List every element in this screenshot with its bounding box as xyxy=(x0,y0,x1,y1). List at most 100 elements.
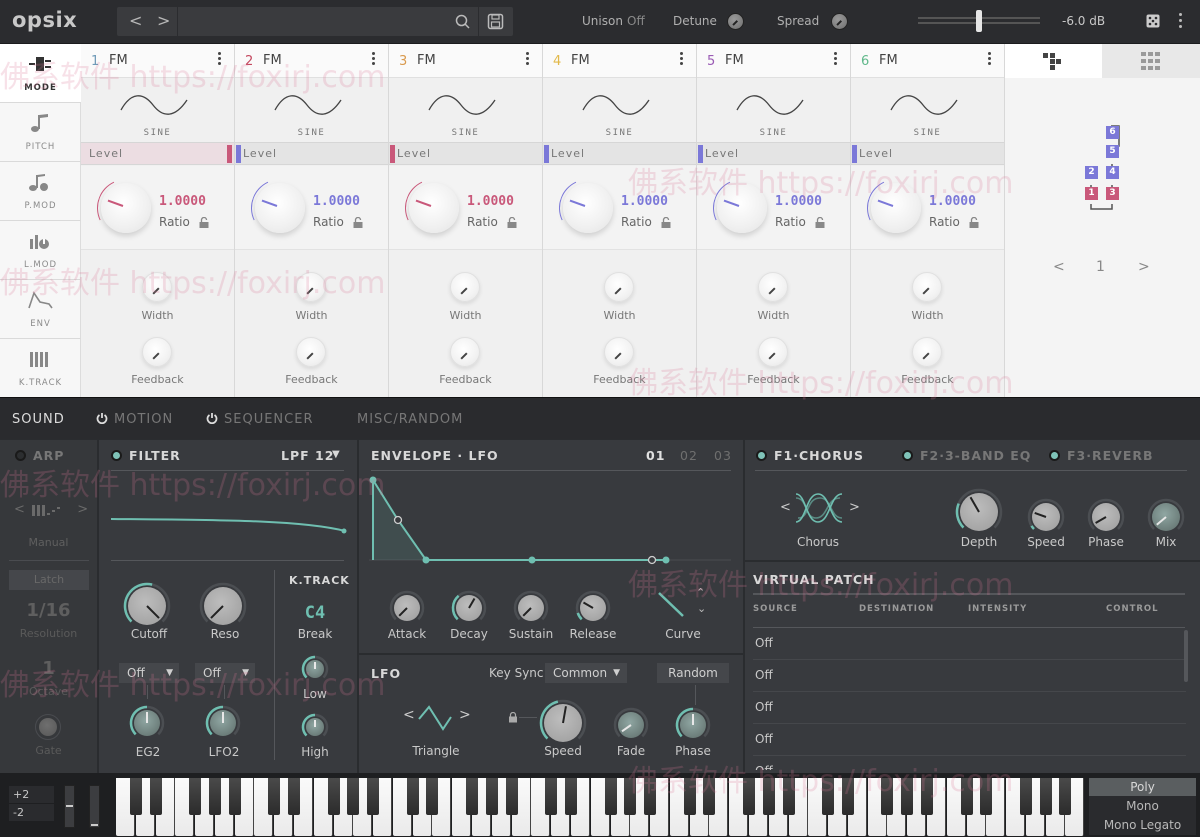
kebab-menu-icon[interactable] xyxy=(372,52,376,68)
kebab-menu-icon[interactable] xyxy=(218,52,222,68)
tab-motion[interactable]: MOTION xyxy=(114,412,173,427)
tab-sound[interactable]: SOUND xyxy=(12,412,65,427)
ratio-value[interactable]: 1.0000 xyxy=(159,194,206,209)
black-key[interactable] xyxy=(841,778,854,815)
black-key[interactable] xyxy=(545,778,558,815)
sidebar-item-env[interactable]: ENV xyxy=(0,280,81,339)
arp-power-led[interactable] xyxy=(15,450,26,461)
width-knob[interactable] xyxy=(604,272,634,302)
reso-knob[interactable] xyxy=(199,582,247,630)
algorithm-operator-2[interactable]: 2 xyxy=(1085,166,1098,179)
env-tab-02[interactable]: 02 xyxy=(680,448,698,463)
chevron-up-icon[interactable]: ⌃ xyxy=(696,586,705,599)
chevron-down-icon[interactable]: ⌄ xyxy=(697,602,706,615)
feedback-knob[interactable] xyxy=(912,337,942,367)
save-icon[interactable] xyxy=(487,13,504,30)
kebab-menu-icon[interactable] xyxy=(834,52,838,68)
black-key[interactable] xyxy=(426,778,439,815)
sidebar-item-mode[interactable]: MODE xyxy=(0,44,81,103)
voice-mode-mono-legato[interactable]: Mono Legato xyxy=(1089,816,1196,834)
octave-down-button[interactable]: -2 xyxy=(9,804,54,821)
unlock-icon[interactable] xyxy=(199,217,209,228)
virtual-patch-row[interactable]: Off xyxy=(753,660,1186,692)
random-button[interactable]: Random xyxy=(657,663,729,683)
lfo-speed-knob[interactable] xyxy=(539,699,587,747)
black-key[interactable] xyxy=(960,778,973,815)
algorithm-next-button[interactable]: > xyxy=(1138,259,1150,275)
black-key[interactable] xyxy=(782,778,795,815)
lock-icon[interactable] xyxy=(508,712,518,723)
lfo2-knob[interactable] xyxy=(205,705,241,741)
level-slider[interactable]: Level xyxy=(697,142,850,165)
lfo-phase-knob[interactable] xyxy=(675,707,711,743)
black-key[interactable] xyxy=(485,778,498,815)
lfo-fade-knob[interactable] xyxy=(613,707,649,743)
master-volume-slider[interactable] xyxy=(918,10,1040,32)
kebab-menu-icon[interactable] xyxy=(1179,13,1183,29)
black-key[interactable] xyxy=(406,778,419,815)
kebab-menu-icon[interactable] xyxy=(680,52,684,68)
curve-shape-icon[interactable] xyxy=(656,590,686,620)
sidebar-item-pitch[interactable]: PITCH xyxy=(0,103,81,162)
ratio-value[interactable]: 1.0000 xyxy=(621,194,668,209)
dice-icon[interactable] xyxy=(1146,14,1160,28)
unlock-icon[interactable] xyxy=(661,217,671,228)
octave-up-button[interactable]: +2 xyxy=(9,786,54,803)
fx-tab-eq[interactable]: F2·3-BAND EQ xyxy=(920,448,1031,463)
black-key[interactable] xyxy=(129,778,142,815)
algorithm-view-tab[interactable] xyxy=(1005,44,1102,78)
voice-mode-poly[interactable]: Poly xyxy=(1089,778,1196,796)
sine-wave-icon[interactable] xyxy=(271,88,351,122)
chevron-right-icon[interactable]: > xyxy=(77,502,88,517)
black-key[interactable] xyxy=(604,778,617,815)
sidebar-item-l-mod[interactable]: L.MOD xyxy=(0,221,81,280)
chevron-left-icon[interactable]: < xyxy=(14,502,25,517)
level-handle[interactable] xyxy=(236,145,241,163)
fx1-power-led[interactable] xyxy=(756,450,767,461)
width-knob[interactable] xyxy=(450,272,480,302)
unlock-icon[interactable] xyxy=(815,217,825,228)
unlock-icon[interactable] xyxy=(507,217,517,228)
ratio-knob[interactable] xyxy=(704,170,780,246)
kebab-menu-icon[interactable] xyxy=(526,52,530,68)
tab-sequencer[interactable]: SEQUENCER xyxy=(224,412,313,427)
algorithm-operator-6[interactable]: 6 xyxy=(1106,126,1119,139)
fx3-power-led[interactable] xyxy=(1049,450,1060,461)
black-key[interactable] xyxy=(189,778,202,815)
eg2-knob[interactable] xyxy=(129,705,165,741)
black-key[interactable] xyxy=(288,778,301,815)
attack-knob[interactable] xyxy=(389,590,425,626)
ratio-value[interactable]: 1.0000 xyxy=(775,194,822,209)
sine-wave-icon[interactable] xyxy=(425,88,505,122)
black-key[interactable] xyxy=(149,778,162,815)
prev-preset-button[interactable]: < xyxy=(129,11,142,30)
chevron-right-icon[interactable]: > xyxy=(849,500,860,515)
black-key[interactable] xyxy=(644,778,657,815)
ratio-knob[interactable] xyxy=(396,170,472,246)
fx2-power-led[interactable] xyxy=(902,450,913,461)
filter-curve-display[interactable] xyxy=(111,500,347,540)
envelope-graph[interactable] xyxy=(369,475,734,565)
black-key[interactable] xyxy=(1039,778,1052,815)
sine-wave-icon[interactable] xyxy=(117,88,197,122)
black-key[interactable] xyxy=(347,778,360,815)
break-value[interactable]: C4 xyxy=(282,603,348,623)
width-knob[interactable] xyxy=(296,272,326,302)
octave-value[interactable]: 1 xyxy=(0,658,97,679)
spread-knob[interactable] xyxy=(831,13,848,30)
operator-type[interactable]: FM xyxy=(263,53,282,68)
width-knob[interactable] xyxy=(912,272,942,302)
black-key[interactable] xyxy=(703,778,716,815)
black-key[interactable] xyxy=(505,778,518,815)
black-key[interactable] xyxy=(920,778,933,815)
feedback-knob[interactable] xyxy=(758,337,788,367)
scrollbar[interactable] xyxy=(1184,630,1188,682)
release-knob[interactable] xyxy=(575,590,611,626)
feedback-knob[interactable] xyxy=(296,337,326,367)
search-icon[interactable] xyxy=(455,14,470,29)
ratio-value[interactable]: 1.0000 xyxy=(313,194,360,209)
resolution-value[interactable]: 1/16 xyxy=(0,600,97,621)
next-preset-button[interactable]: > xyxy=(157,11,170,30)
feedback-knob[interactable] xyxy=(450,337,480,367)
black-key[interactable] xyxy=(881,778,894,815)
